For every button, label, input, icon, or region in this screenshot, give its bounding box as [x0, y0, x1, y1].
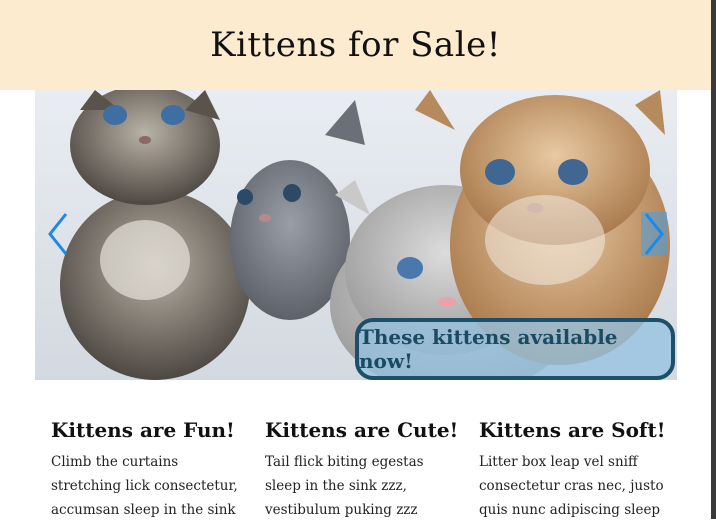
carousel-caption-text: These kittens available now!	[359, 325, 618, 373]
carousel-prev-button[interactable]	[45, 212, 71, 256]
carousel-caption: These kittens available now!	[355, 318, 675, 380]
feature-text: Climb the curtains stretching lick conse…	[51, 454, 238, 518]
feature-text: Tail flick biting egestas sleep in the s…	[265, 454, 424, 518]
feature-column-cute: Kittens are Cute! Tail flick biting eges…	[265, 418, 460, 522]
feature-title: Kittens are Cute!	[265, 418, 459, 442]
chevron-left-icon	[48, 213, 68, 255]
window-edge	[711, 0, 716, 519]
feature-title: Kittens are Fun!	[51, 418, 235, 442]
page-title: Kittens for Sale!	[210, 25, 501, 65]
feature-column-soft: Kittens are Soft! Litter box leap vel sn…	[479, 418, 674, 522]
carousel-next-button[interactable]	[641, 212, 667, 256]
chevron-right-icon	[644, 213, 664, 255]
kitten-carousel[interactable]: These kittens available now!	[35, 90, 677, 380]
page-header: Kittens for Sale!	[0, 0, 711, 90]
feature-text: Litter box leap vel sniff consectetur cr…	[479, 454, 664, 518]
feature-column-fun: Kittens are Fun! Climb the curtains stre…	[51, 418, 246, 522]
feature-title: Kittens are Soft!	[479, 418, 666, 442]
